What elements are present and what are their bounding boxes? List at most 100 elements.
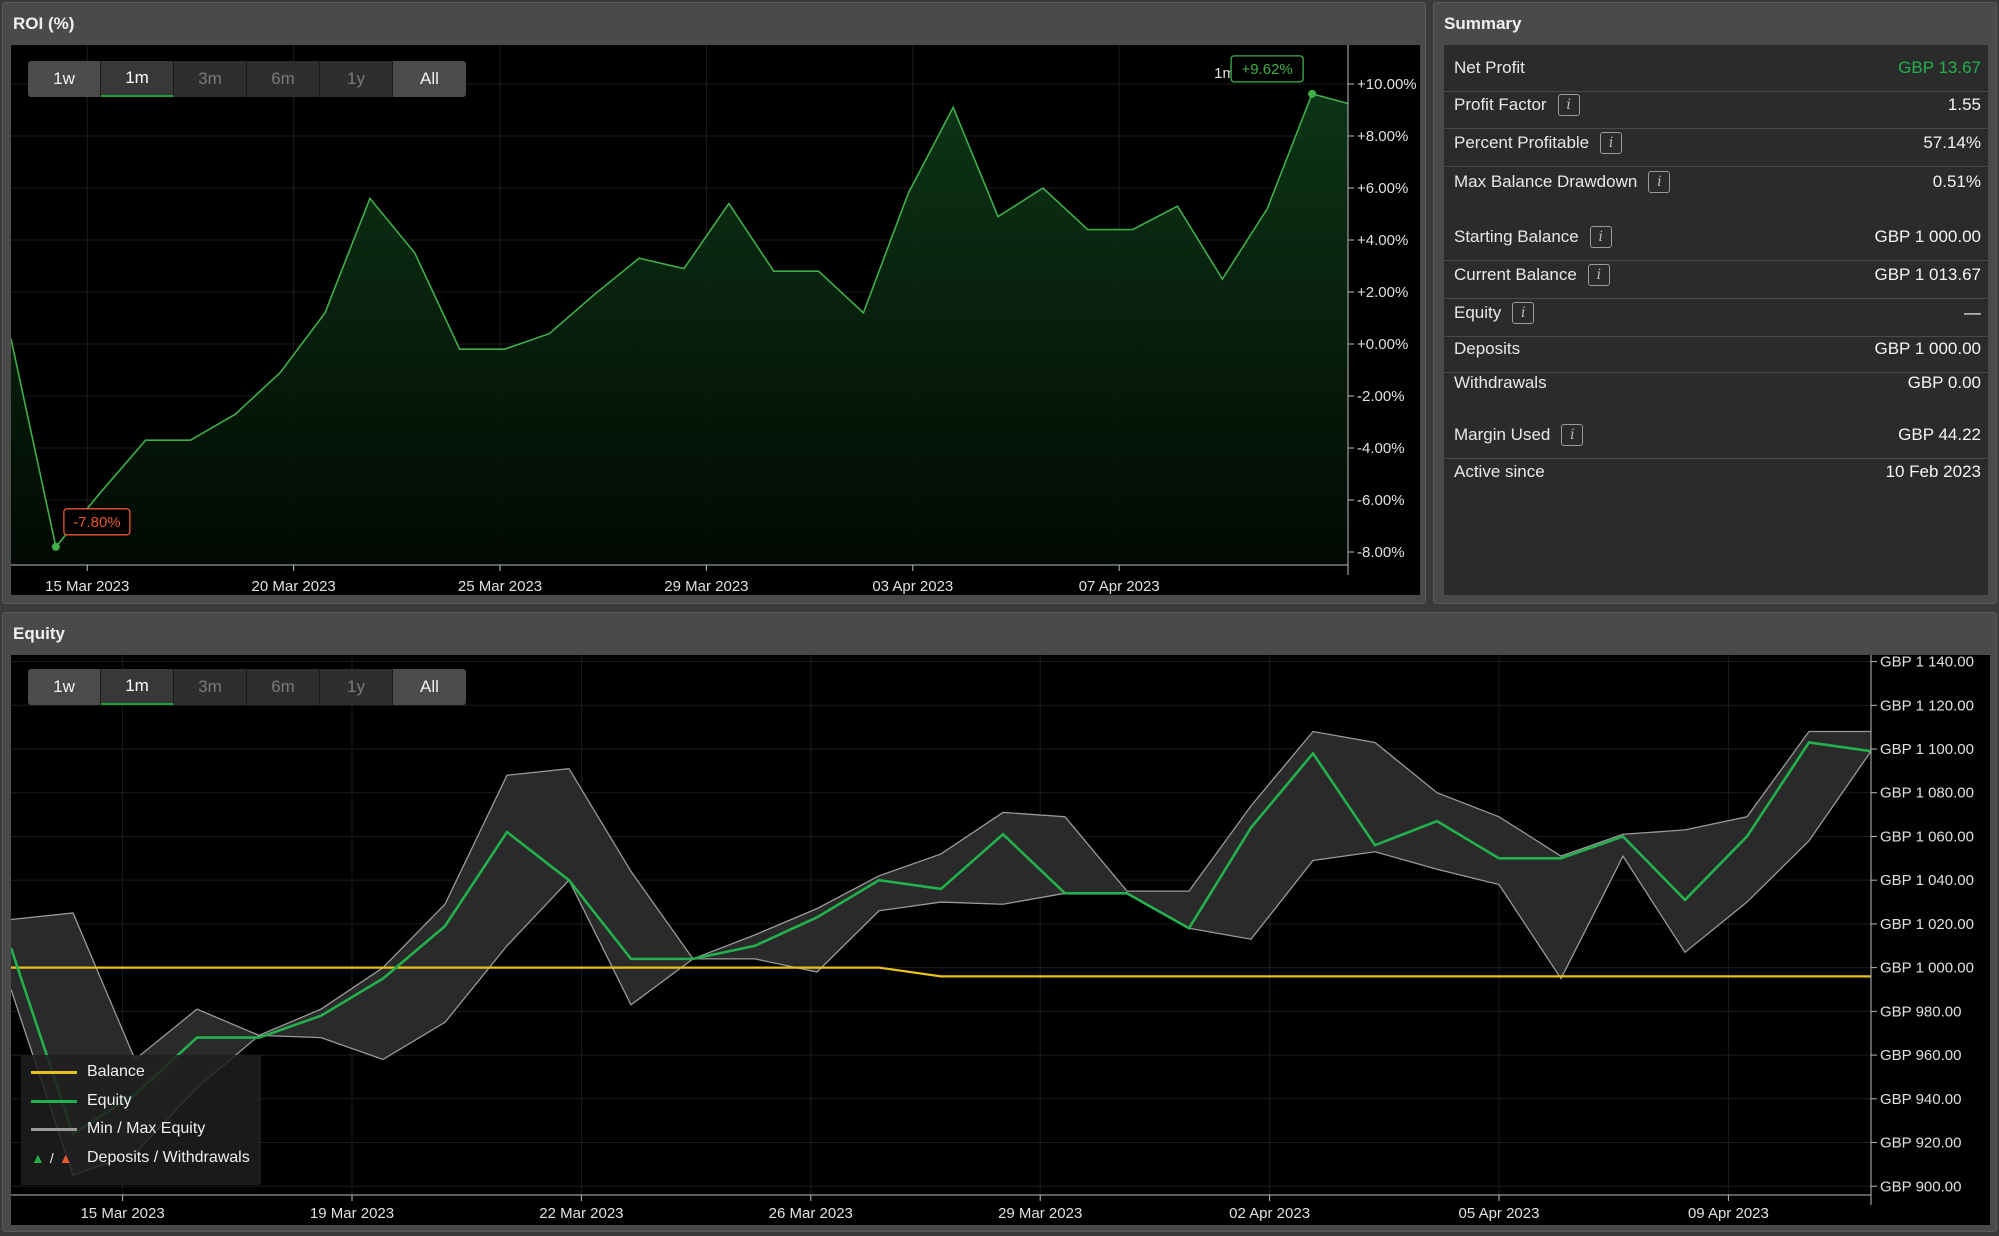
roi-chart[interactable]: +10.00% +8.00% +6.00% +4.00% +2.00% +0.00% -2.… [11, 45, 1420, 595]
equity-ytick-label: GBP 1 060.00 [1880, 828, 1974, 845]
equity-ytick-label: GBP 1 120.00 [1880, 697, 1974, 714]
summary-label-wrap: Withdrawals [1454, 373, 1547, 393]
summary-label: Active since [1454, 461, 1545, 481]
withdrawal-triangle-icon: ▲ [58, 1150, 73, 1166]
equity-chart-svg: GBP 1 140.00 GBP 1 120.00 GBP 1 100.00 GBP … [11, 655, 1974, 1222]
roi-range-selector: 1w 1m 3m 6m 1y All [28, 61, 466, 97]
equity-ytick-label: GBP 1 040.00 [1880, 872, 1974, 889]
summary-value: 10 Feb 2023 [1885, 461, 1981, 481]
equity-range-1y-button[interactable]: 1y [320, 669, 393, 705]
equity-ytick-label: GBP 900.00 [1880, 1178, 1961, 1195]
equity-chart[interactable]: GBP 1 140.00 GBP 1 120.00 GBP 1 100.00 GBP … [11, 655, 1990, 1225]
roi-range-3m-button[interactable]: 3m [174, 61, 247, 97]
equity-minmax-band [11, 731, 1871, 1176]
equity-ytick-label: GBP 980.00 [1880, 1003, 1961, 1020]
roi-range-1w-button[interactable]: 1w [28, 61, 101, 97]
summary-label: Margin Used [1454, 425, 1551, 444]
summary-label: Deposits [1454, 339, 1521, 358]
equity-ytick-label: GBP 940.00 [1880, 1091, 1961, 1108]
summary-label: Equity [1454, 303, 1502, 322]
info-icon[interactable]: i [1561, 424, 1584, 446]
equity-xtick-label: 29 Mar 2023 [998, 1205, 1082, 1222]
info-icon[interactable]: i [1587, 264, 1610, 286]
equity-xtick-label: 19 Mar 2023 [310, 1205, 394, 1222]
roi-xtick-label: 29 Mar 2023 [664, 578, 748, 595]
equity-panel-title: Equity [13, 624, 65, 643]
legend-separator: / [49, 1150, 54, 1166]
roi-range-all-button[interactable]: All [393, 61, 466, 97]
roi-ytick-label: +10.00% [1357, 76, 1417, 93]
summary-panel: Summary Net Profit GBP 13.67 Profit Factor… [1433, 2, 1997, 604]
equity-xtick-label: 09 Apr 2023 [1688, 1205, 1769, 1222]
roi-ytick-label: +8.00% [1357, 128, 1408, 145]
roi-range-6m-button[interactable]: 6m [247, 61, 320, 97]
legend-minmax: Min / Max Equity [31, 1117, 205, 1141]
summary-value: 57.14% [1923, 133, 1981, 152]
equity-xtick-label: 05 Apr 2023 [1459, 1205, 1540, 1222]
equity-range-all-button[interactable]: All [393, 669, 466, 705]
equity-panel: Equity GBP 1 140.00 GBP 1 120.00 GBP 1 100… [2, 612, 1997, 1232]
summary-label-wrap: Active since [1454, 462, 1545, 482]
info-icon[interactable]: i [1648, 170, 1671, 193]
legend-balance: Balance [31, 1060, 145, 1084]
info-icon[interactable]: i [1600, 132, 1623, 154]
roi-ytick-label: +6.00% [1357, 180, 1408, 197]
summary-value: 0.51% [1932, 171, 1981, 191]
roi-range-1y-button[interactable]: 1y [320, 61, 393, 97]
equity-ytick-label: GBP 1 100.00 [1880, 741, 1974, 758]
summary-label: Net Profit [1454, 58, 1525, 77]
legend-deposits-markers: ▲ / ▲ [31, 1150, 77, 1166]
summary-row: Max Balance Drawdown i 0.51% [1444, 158, 1988, 205]
summary-label-wrap: Deposits [1454, 339, 1520, 359]
roi-chart-svg: +10.00% +8.00% +6.00% +4.00% +2.00% +0.00% -2.… [11, 45, 1417, 595]
roi-xtick-label: 03 Apr 2023 [872, 578, 953, 595]
equity-range-6m-button[interactable]: 6m [247, 669, 320, 705]
roi-min-label: -7.80% [73, 514, 121, 531]
roi-min-point [51, 542, 60, 551]
equity-range-1w-button[interactable]: 1w [28, 669, 101, 705]
roi-range-1m-button[interactable]: 1m [101, 61, 174, 97]
equity-min-line [11, 750, 1872, 1177]
equity-ytick-label: GBP 1 000.00 [1880, 960, 1974, 977]
info-icon[interactable]: i [1512, 302, 1535, 324]
roi-xtick-label: 15 Mar 2023 [45, 578, 129, 595]
roi-xtick-label: 25 Mar 2023 [458, 578, 542, 595]
equity-ytick-label: GBP 1 140.00 [1880, 655, 1974, 671]
equity-range-selector: 1w 1m 3m 6m 1y All [28, 669, 466, 705]
summary-label: Max Balance Drawdown [1454, 171, 1638, 191]
equity-range-1m-button[interactable]: 1m [101, 669, 174, 705]
summary-label-wrap: Profit Factor i [1454, 94, 1580, 116]
equity-ytick-label: GBP 960.00 [1880, 1047, 1961, 1064]
equity-ytick-label: GBP 1 020.00 [1880, 916, 1974, 933]
info-icon[interactable]: i [1589, 226, 1612, 248]
summary-value: GBP 44.22 [1898, 425, 1981, 444]
summary-value: GBP 1 000.00 [1874, 227, 1982, 246]
roi-ytick-label: -6.00% [1357, 492, 1405, 509]
summary-label-wrap: Net Profit [1454, 58, 1525, 78]
summary-label-wrap: Starting Balance i [1454, 226, 1612, 248]
legend-deposits-label: Deposits / Withdrawals [87, 1149, 250, 1166]
legend-balance-label: Balance [87, 1063, 145, 1080]
info-icon[interactable]: i [1557, 94, 1580, 116]
roi-max-label: +9.62% [1241, 61, 1292, 78]
summary-label: Profit Factor [1454, 95, 1547, 114]
summary-label: Current Balance [1454, 265, 1577, 284]
equity-range-3m-button[interactable]: 3m [174, 669, 247, 705]
roi-max-point [1308, 89, 1317, 98]
summary-row: Active since 10 Feb 2023 [1444, 448, 1988, 495]
roi-ytick-label: +2.00% [1357, 284, 1408, 301]
summary-value: 1.55 [1947, 95, 1981, 114]
roi-xtick-label: 20 Mar 2023 [252, 578, 336, 595]
summary-row: Withdrawals GBP 0.00 [1444, 359, 1988, 406]
summary-label-wrap: Percent Profitable i [1454, 132, 1623, 154]
summary-list: Net Profit GBP 13.67 Profit Factor i 1.55 Per… [1444, 45, 1988, 595]
equity-balance-line [11, 966, 1871, 978]
summary-panel-title: Summary [1444, 14, 1522, 33]
summary-label: Percent Profitable [1454, 133, 1590, 152]
summary-label-wrap: Margin Used i [1454, 424, 1584, 446]
summary-value: GBP 1 013.67 [1874, 265, 1982, 284]
equity-line [11, 741, 1872, 1136]
equity-xtick-label: 22 Mar 2023 [539, 1205, 623, 1222]
summary-value: GBP 13.67 [1898, 58, 1981, 77]
deposit-triangle-icon: ▲ [31, 1150, 45, 1166]
